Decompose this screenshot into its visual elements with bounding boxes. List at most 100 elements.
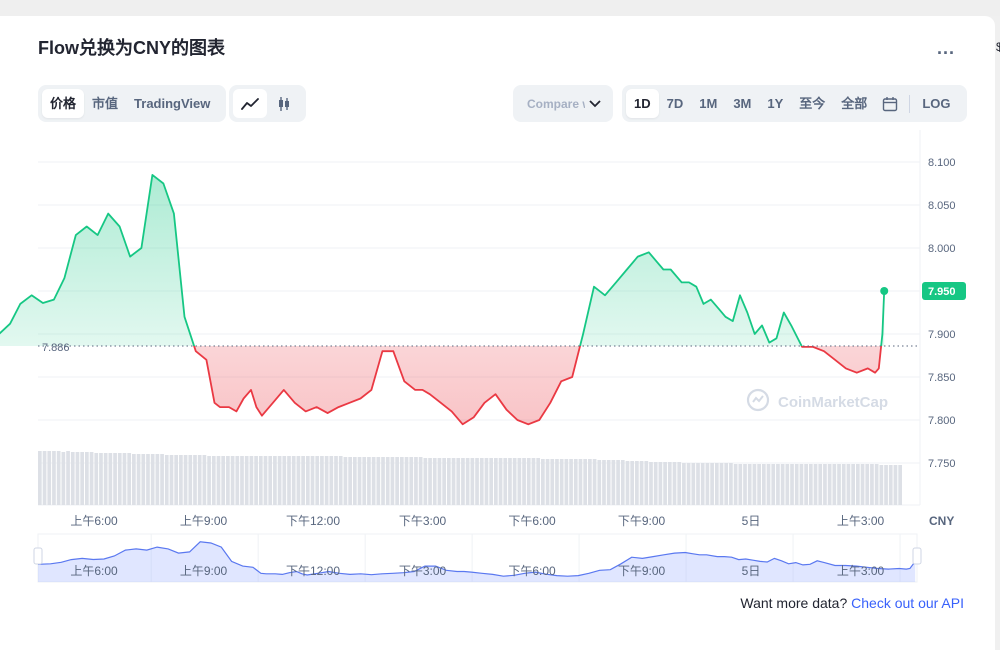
volume-bar	[179, 455, 183, 505]
volume-bar	[56, 451, 61, 505]
price-chart: CoinMarketCap 7.886 7.750 7.800 7.850 7.900…	[0, 130, 966, 583]
volume-bar	[705, 463, 710, 505]
volume-bar	[338, 456, 343, 505]
x-tick-label: 下午12:00	[286, 514, 340, 528]
currency-label: CNY	[929, 514, 954, 528]
volume-bar	[197, 455, 202, 505]
volume-bar	[85, 452, 89, 505]
volume-bar	[240, 456, 244, 505]
api-promo: Want more data? Check out our API	[740, 595, 964, 611]
volume-bar	[888, 465, 893, 505]
volume-bar	[522, 458, 526, 505]
watermark: CoinMarketCap	[746, 388, 888, 412]
navigator-tick-label: 上午6:00	[70, 564, 118, 578]
volume-bar	[884, 465, 888, 505]
volume-bar	[766, 464, 771, 505]
volume-bar	[296, 456, 301, 505]
volume-bar	[188, 455, 193, 505]
volume-bar	[390, 457, 395, 505]
range-navigator: 上午6:00 上午9:00 下午12:00 下午3:00 下午6:00 下午9:00 5日 上…	[33, 533, 922, 583]
volume-bar	[893, 465, 898, 505]
volume-bar	[174, 455, 179, 505]
volume-bar	[503, 458, 508, 505]
volume-bar	[320, 456, 324, 505]
navigator-tick-label: 5日	[742, 564, 761, 578]
volume-bar	[465, 458, 470, 505]
volume-bar	[691, 463, 696, 505]
volume-bar	[305, 456, 310, 505]
volume-bar	[597, 460, 602, 505]
volume-bar	[780, 464, 785, 505]
volume-bar	[606, 460, 611, 505]
volume-bar	[399, 457, 404, 505]
volume-bar	[508, 458, 512, 505]
navigator-tick-label: 下午9:00	[618, 564, 666, 578]
volume-bar	[277, 456, 282, 505]
volume-bar	[446, 458, 451, 505]
volume-bar	[249, 456, 254, 505]
y-tick-label: 7.850	[928, 372, 956, 384]
volume-bar	[611, 460, 616, 505]
volume-bar	[526, 458, 531, 505]
x-tick-label: 上午9:00	[180, 514, 228, 528]
volume-bar	[489, 458, 494, 505]
navigator-tick-label: 上午9:00	[180, 564, 228, 578]
volume-bar	[103, 453, 108, 505]
volume-bar	[879, 465, 884, 505]
volume-bar	[385, 457, 390, 505]
navigator-handle-right[interactable]	[912, 547, 922, 565]
volume-bar	[61, 452, 66, 505]
volume-bar	[620, 460, 625, 505]
volume-bar	[813, 464, 818, 505]
volume-bar	[362, 457, 367, 505]
volume-bar	[207, 456, 211, 505]
volume-bar	[827, 464, 832, 505]
volume-bar	[733, 464, 738, 505]
volume-bar	[771, 464, 776, 505]
volume-bar	[164, 455, 169, 505]
volume-bar	[484, 458, 489, 505]
volume-bar	[860, 464, 865, 505]
volume-bar	[475, 458, 479, 505]
volume-bar	[141, 454, 146, 505]
x-axis: 上午6:00 上午9:00 下午12:00 下午3:00 下午6:00 下午9:00 5日 上…	[70, 514, 954, 528]
volume-bar	[799, 464, 804, 505]
volume-bar	[470, 458, 475, 505]
volume-bar	[216, 456, 221, 505]
volume-bar	[418, 457, 423, 505]
volume-bar	[226, 456, 230, 505]
volume-bar	[578, 459, 583, 505]
volume-bar	[536, 458, 541, 505]
navigator-tick-label: 下午12:00	[286, 564, 340, 578]
volume-bar	[146, 454, 150, 505]
volume-bar	[221, 456, 226, 505]
volume-bar	[329, 456, 334, 505]
volume-bar	[202, 455, 207, 505]
volume-bar	[42, 451, 47, 505]
y-axis: 7.750 7.800 7.850 7.900 7.950 8.000 8.050 8.100…	[922, 157, 966, 470]
watermark-text: CoinMarketCap	[778, 394, 888, 411]
volume-bar	[150, 454, 155, 505]
volume-bar	[404, 457, 409, 505]
volume-bar	[696, 463, 700, 505]
volume-bar	[832, 464, 837, 505]
volume-bar	[38, 451, 42, 505]
volume-bar	[724, 463, 729, 505]
volume-bar	[761, 464, 766, 505]
volume-bar	[714, 463, 719, 505]
volume-bars	[38, 451, 902, 505]
volume-bar	[564, 459, 569, 505]
volume-bar	[794, 464, 799, 505]
volume-bar	[66, 451, 70, 505]
volume-bar	[747, 464, 752, 505]
volume-bar	[808, 464, 813, 505]
volume-bar	[211, 456, 216, 505]
volume-bar	[348, 457, 352, 505]
y-tick-label: 7.750	[928, 458, 956, 470]
navigator-handle-left[interactable]	[33, 547, 43, 565]
volume-bar	[682, 463, 686, 505]
volume-bar	[823, 464, 827, 505]
api-link[interactable]: Check out our API	[851, 595, 964, 611]
volume-bar	[855, 464, 860, 505]
volume-bar	[851, 464, 855, 505]
